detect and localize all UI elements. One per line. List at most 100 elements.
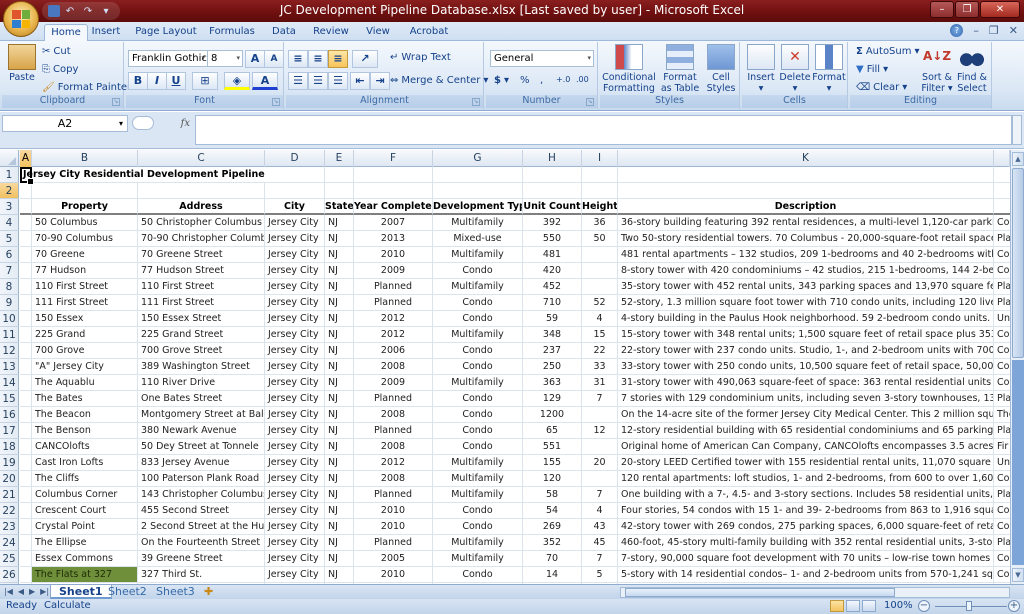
cell-type[interactable]: Condo [433, 263, 523, 279]
cell-units[interactable]: 65 [523, 423, 582, 439]
cell[interactable] [354, 183, 433, 199]
cell-address[interactable]: 50 Dey Street at Tonnele [138, 439, 265, 455]
align-right-button[interactable]: ☰ [328, 72, 348, 90]
cell[interactable] [20, 439, 32, 455]
font-size-select[interactable]: 8 ▾ [207, 50, 243, 67]
ribbon-close-icon[interactable]: ✕ [1009, 24, 1018, 37]
cell-desc[interactable]: 481 rental apartments – 132 studios, 209… [618, 247, 994, 263]
row-header[interactable]: 14 [0, 375, 19, 391]
underline-button[interactable]: U [166, 72, 186, 90]
cell-units[interactable]: 250 [523, 359, 582, 375]
cell-address[interactable]: 143 Christopher Columbus Drive [138, 487, 265, 503]
cell-state[interactable]: NJ [325, 263, 354, 279]
cell-city[interactable]: Jersey City [265, 279, 325, 295]
cell-property[interactable]: 110 First Street [32, 279, 138, 295]
cell[interactable] [433, 167, 523, 183]
cell-state[interactable]: NJ [325, 407, 354, 423]
cell-year[interactable]: 2012 [354, 311, 433, 327]
cell-address[interactable]: One Bates Street [138, 391, 265, 407]
cell-address[interactable]: 389 Washington Street [138, 359, 265, 375]
cell-year[interactable]: 2010 [354, 503, 433, 519]
cell-year[interactable]: Planned [354, 295, 433, 311]
cell-height[interactable]: 7 [582, 487, 618, 503]
cell-city[interactable]: Jersey City [265, 423, 325, 439]
clipboard-launcher-icon[interactable]: ↘ [112, 98, 120, 106]
cell-city[interactable]: Jersey City [265, 551, 325, 567]
cell-property[interactable]: Columbus Corner [32, 487, 138, 503]
cell-state[interactable]: NJ [325, 535, 354, 551]
cell-state[interactable]: NJ [325, 503, 354, 519]
column-title[interactable]: Address [138, 199, 265, 215]
decrease-indent-button[interactable]: ⇤ [350, 72, 370, 90]
cut-button[interactable]: ✂ Cut [42, 46, 71, 57]
cell-units[interactable]: 348 [523, 327, 582, 343]
sheet-tab-sheet2[interactable]: Sheet2 [100, 585, 155, 599]
scroll-up-icon[interactable]: ▲ [1012, 152, 1024, 166]
cell-height[interactable]: 36 [582, 215, 618, 231]
cell-state[interactable]: NJ [325, 423, 354, 439]
row-header[interactable]: 13 [0, 359, 19, 375]
align-left-button[interactable]: ☰ [288, 72, 308, 90]
cell-height[interactable]: 31 [582, 375, 618, 391]
cell[interactable] [20, 311, 32, 327]
cell-height[interactable] [582, 407, 618, 423]
increase-indent-button[interactable]: ⇥ [370, 72, 390, 90]
cell[interactable] [582, 183, 618, 199]
cell[interactable] [20, 215, 32, 231]
cell-property[interactable]: Crescent Court [32, 503, 138, 519]
cell-units[interactable]: 550 [523, 231, 582, 247]
cell[interactable] [20, 279, 32, 295]
cell-type[interactable]: Multifamily [433, 455, 523, 471]
cell-units[interactable]: 155 [523, 455, 582, 471]
cell-units[interactable]: 269 [523, 519, 582, 535]
cell-address[interactable]: 77 Hudson Street [138, 263, 265, 279]
column-header-h[interactable]: H [523, 150, 582, 167]
cell-height[interactable]: 33 [582, 359, 618, 375]
cell[interactable] [20, 295, 32, 311]
horizontal-scrollbar[interactable] [620, 587, 1010, 598]
row-header[interactable]: 5 [0, 231, 19, 247]
cell-desc[interactable]: 36-story building featuring 392 rental r… [618, 215, 994, 231]
help-icon[interactable]: ? [950, 24, 964, 37]
comma-button[interactable]: , [540, 75, 543, 86]
cell-desc[interactable]: 42-story tower with 269 condos, 275 park… [618, 519, 994, 535]
cell-city[interactable]: Jersey City [265, 519, 325, 535]
cell-height[interactable] [582, 471, 618, 487]
ribbon-minimize-icon[interactable]: – [973, 24, 979, 37]
cell-type[interactable]: Multifamily [433, 215, 523, 231]
cell-year[interactable]: 2008 [354, 359, 433, 375]
cell-city[interactable]: Jersey City [265, 247, 325, 263]
cell[interactable] [20, 455, 32, 471]
row-header[interactable]: 7 [0, 263, 19, 279]
cell-type[interactable]: Condo [433, 423, 523, 439]
vertical-scroll-track[interactable] [1012, 360, 1024, 565]
cell-height[interactable]: 4 [582, 503, 618, 519]
cell-year[interactable]: 2005 [354, 551, 433, 567]
cell-year[interactable]: 2006 [354, 343, 433, 359]
cell-state[interactable]: NJ [325, 455, 354, 471]
cell[interactable] [20, 247, 32, 263]
cell-type[interactable]: Condo [433, 567, 523, 583]
cell-property[interactable]: 70-90 Columbus [32, 231, 138, 247]
cell-desc[interactable]: 33-story tower with 250 condo units, 10,… [618, 359, 994, 375]
cell-property[interactable]: 150 Essex [32, 311, 138, 327]
cell-desc[interactable]: 52-story, 1.3 million square foot tower … [618, 295, 994, 311]
cell-property[interactable]: Essex Commons [32, 551, 138, 567]
cell-units[interactable]: 1200 [523, 407, 582, 423]
row-header[interactable]: 15 [0, 391, 19, 407]
cell-city[interactable]: Jersey City [265, 311, 325, 327]
cell[interactable] [20, 263, 32, 279]
cell-property[interactable]: 111 First Street [32, 295, 138, 311]
cell-property[interactable]: 50 Columbus [32, 215, 138, 231]
cell-city[interactable]: Jersey City [265, 295, 325, 311]
cell-year[interactable]: Planned [354, 535, 433, 551]
cell-desc[interactable]: 120 rental apartments: loft studios, 1- … [618, 471, 994, 487]
cell[interactable] [20, 487, 32, 503]
tab-formulas[interactable]: Formulas [208, 24, 256, 41]
cell-state[interactable]: NJ [325, 247, 354, 263]
cell-desc[interactable]: 7-story, 90,000 square foot development … [618, 551, 994, 567]
orientation-button[interactable]: ↗ [352, 50, 378, 68]
cell-desc[interactable]: Original home of American Can Company, C… [618, 439, 994, 455]
cell-property[interactable]: CANCOlofts [32, 439, 138, 455]
cell-desc[interactable]: 31-story tower with 490,063 square-feet … [618, 375, 994, 391]
